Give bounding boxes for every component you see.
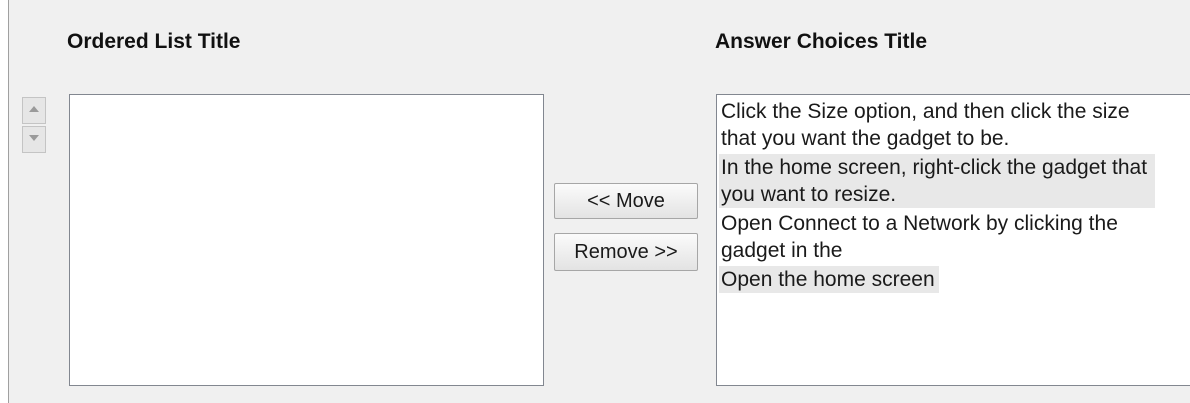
answer-choice-item[interactable]: Open the home screen [719,266,939,293]
move-button[interactable]: << Move [554,183,698,219]
ordered-list-title: Ordered List Title [67,30,241,53]
ordered-list-box[interactable] [69,94,544,386]
answer-choices-title: Answer Choices Title [715,30,928,53]
move-up-button[interactable] [22,97,46,124]
move-down-button[interactable] [22,126,46,153]
answer-choice-item[interactable]: In the home screen, right-click the gadg… [719,154,1155,208]
ordering-question-panel: Ordered List Title Answer Choices Title … [8,0,1190,403]
remove-button[interactable]: Remove >> [554,233,698,271]
arrow-down-icon [29,135,39,141]
answer-choice-item[interactable]: Open Connect to a Network by clicking th… [719,210,1155,264]
answer-choice-item[interactable]: Click the Size option, and then click th… [719,98,1155,152]
arrow-up-icon [29,106,39,112]
answer-choices-box[interactable]: Click the Size option, and then click th… [716,94,1190,386]
